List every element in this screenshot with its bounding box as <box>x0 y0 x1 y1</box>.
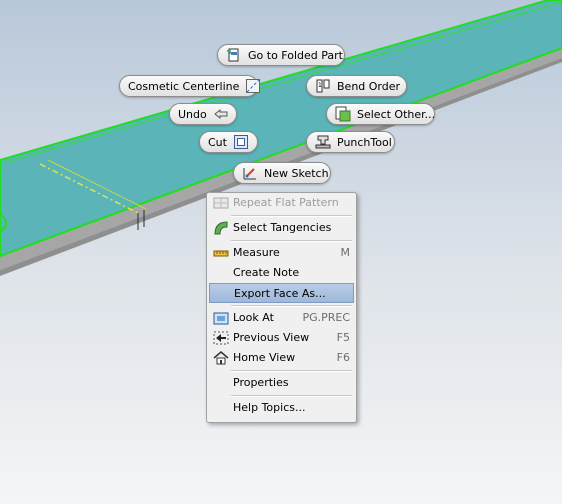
menu-item-label: Home View <box>233 351 296 364</box>
menu-separator <box>231 370 352 372</box>
bend-order-button[interactable]: 1 Bend Order <box>306 75 407 97</box>
punch-tool-icon <box>315 134 331 150</box>
select-tangencies-icon <box>213 220 229 236</box>
menu-item-export-face-as[interactable]: Export Face As... <box>209 283 354 303</box>
menu-item-shortcut: M <box>340 246 351 259</box>
menu-item-label: Measure <box>233 246 280 259</box>
new-sketch-label: New Sketch <box>264 166 329 180</box>
select-other-label: Select Other... <box>357 107 436 121</box>
repeat-flat-pattern-icon <box>213 195 229 211</box>
folded-part-icon <box>226 47 242 63</box>
cosmetic-centerline-label: Cosmetic Centerline <box>128 79 240 93</box>
bend-order-label: Bend Order <box>337 79 401 93</box>
menu-item-select-tangencies[interactable]: Select Tangencies <box>209 218 354 238</box>
menu-item-label: Create Note <box>233 266 300 279</box>
svg-text:1: 1 <box>318 82 322 89</box>
cosmetic-centerline-button[interactable]: Cosmetic Centerline <box>119 75 261 97</box>
select-other-icon <box>335 106 351 122</box>
bend-order-icon: 1 <box>315 78 331 94</box>
menu-item-measure[interactable]: Measure M <box>209 243 354 263</box>
menu-item-help-topics[interactable]: Help Topics... <box>209 398 354 418</box>
new-sketch-button[interactable]: New Sketch <box>233 162 331 184</box>
cut-label: Cut <box>208 135 227 149</box>
menu-item-properties[interactable]: Properties <box>209 373 354 393</box>
undo-label: Undo <box>178 107 207 121</box>
context-menu: Repeat Flat Pattern Select Tangencies Me… <box>206 192 357 423</box>
menu-item-look-at[interactable]: Look At PG.PREC <box>209 308 354 328</box>
menu-item-label: Help Topics... <box>233 401 306 414</box>
go-to-folded-part-button[interactable]: Go to Folded Part <box>217 44 345 66</box>
new-sketch-icon <box>242 165 258 181</box>
cut-button[interactable]: Cut <box>199 131 258 153</box>
menu-item-previous-view[interactable]: Previous View F5 <box>209 328 354 348</box>
measure-icon <box>213 245 229 261</box>
menu-item-label: Repeat Flat Pattern <box>233 196 339 209</box>
select-other-button[interactable]: Select Other... <box>326 103 435 125</box>
menu-item-create-note[interactable]: Create Note <box>209 263 354 283</box>
previous-view-icon <box>213 330 229 346</box>
look-at-icon <box>213 310 229 326</box>
menu-item-label: Look At <box>233 311 274 324</box>
menu-item-label: Previous View <box>233 331 310 344</box>
cut-icon <box>233 134 249 150</box>
menu-separator <box>231 240 352 242</box>
menu-item-label: Properties <box>233 376 289 389</box>
menu-item-shortcut: F6 <box>336 351 350 364</box>
menu-item-home-view[interactable]: Home View F6 <box>209 348 354 368</box>
menu-item-shortcut: F5 <box>336 331 350 344</box>
punch-tool-button[interactable]: PunchTool <box>306 131 395 153</box>
menu-separator <box>231 305 352 307</box>
undo-arrow-icon <box>213 106 229 122</box>
cosmetic-centerline-icon <box>245 78 261 94</box>
menu-separator <box>231 215 352 217</box>
menu-separator <box>231 395 352 397</box>
go-to-folded-part-label: Go to Folded Part <box>248 48 343 62</box>
punch-tool-label: PunchTool <box>337 135 392 149</box>
menu-item-label: Select Tangencies <box>233 221 332 234</box>
home-view-icon <box>213 350 229 366</box>
menu-item-repeat-flat-pattern: Repeat Flat Pattern <box>209 193 354 213</box>
undo-button[interactable]: Undo <box>169 103 237 125</box>
menu-item-label: Export Face As... <box>234 287 326 300</box>
menu-item-shortcut: PG.PREC <box>302 311 350 324</box>
